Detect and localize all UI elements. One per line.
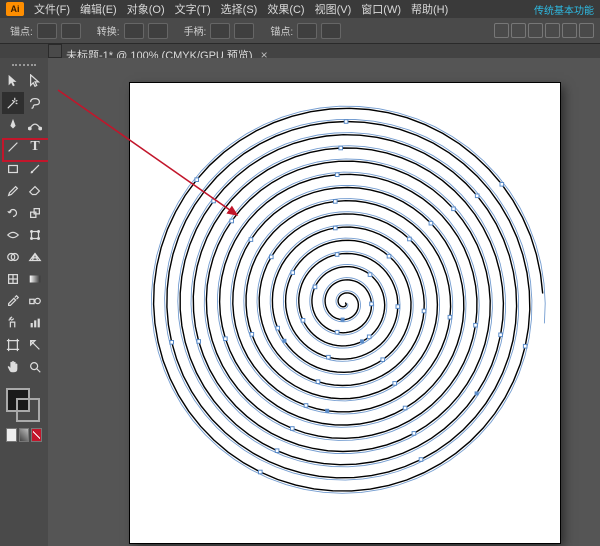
magic-wand-tool[interactable] (2, 92, 24, 114)
artboard[interactable] (130, 83, 560, 543)
selection-tool[interactable] (2, 70, 24, 92)
stroke-swatch[interactable] (16, 398, 40, 422)
rectangle-tool[interactable] (2, 158, 24, 180)
hand-tool[interactable] (2, 356, 24, 378)
eraser-tool[interactable] (24, 180, 46, 202)
free-transform-tool[interactable] (24, 224, 46, 246)
handles-hide-icon[interactable] (234, 23, 254, 39)
align-right-icon[interactable] (528, 23, 543, 38)
fill-stroke-swatches[interactable] (6, 388, 40, 422)
shape-builder-tool[interactable] (2, 246, 24, 268)
width-tool[interactable] (2, 224, 24, 246)
blend-tool[interactable] (24, 290, 46, 312)
lasso-tool[interactable] (24, 92, 46, 114)
menu-edit[interactable]: 编辑(E) (80, 1, 117, 17)
menu-select[interactable]: 选择(S) (221, 1, 258, 17)
line-segment-tool[interactable] (2, 136, 24, 158)
align-top-icon[interactable] (545, 23, 560, 38)
menu-effect[interactable]: 效果(C) (267, 1, 304, 17)
pen-tool[interactable] (2, 114, 24, 136)
slice-tool[interactable] (24, 334, 46, 356)
anchors2-label: 锚点: (270, 23, 293, 38)
convert-label: 转换: (97, 23, 120, 38)
anchor-smooth-icon[interactable] (61, 23, 81, 39)
align-bottom-icon[interactable] (579, 23, 594, 38)
align-left-icon[interactable] (494, 23, 509, 38)
align-hcenter-icon[interactable] (511, 23, 526, 38)
anchor-corner-icon[interactable] (37, 23, 57, 39)
eyedropper-tool[interactable] (2, 290, 24, 312)
menu-help[interactable]: 帮助(H) (411, 1, 448, 17)
rotate-tool[interactable] (2, 202, 24, 224)
draw-behind-icon[interactable] (19, 428, 30, 442)
curvature-tool[interactable] (24, 114, 46, 136)
menu-object[interactable]: 对象(O) (127, 1, 165, 17)
direct-selection-tool[interactable] (24, 70, 46, 92)
menu-type[interactable]: 文字(T) (175, 1, 211, 17)
anchors-label: 锚点: (10, 23, 33, 38)
pencil-tool[interactable] (2, 180, 24, 202)
tools-grip[interactable] (12, 64, 36, 66)
column-graph-tool[interactable] (24, 312, 46, 334)
canvas-area[interactable] (48, 58, 600, 546)
scale-tool[interactable] (24, 202, 46, 224)
cut-path-icon[interactable] (321, 23, 341, 39)
menu-window[interactable]: 窗口(W) (361, 1, 401, 17)
convert-corner-icon[interactable] (124, 23, 144, 39)
menu-bar: Ai 文件(F) 编辑(E) 对象(O) 文字(T) 选择(S) 效果(C) 视… (0, 0, 600, 18)
artboard-tool[interactable] (2, 334, 24, 356)
spiral-artwork[interactable] (140, 93, 550, 503)
symbol-sprayer-tool[interactable] (2, 312, 24, 334)
app-logo: Ai (6, 2, 24, 16)
control-bar: 锚点: 转换: 手柄: 锚点: (0, 18, 600, 44)
draw-normal-icon[interactable] (6, 428, 17, 442)
menu-view[interactable]: 视图(V) (315, 1, 352, 17)
handles-show-icon[interactable] (210, 23, 230, 39)
mesh-tool[interactable] (2, 268, 24, 290)
zoom-tool[interactable] (24, 356, 46, 378)
paintbrush-tool[interactable] (24, 158, 46, 180)
convert-smooth-icon[interactable] (148, 23, 168, 39)
align-vcenter-icon[interactable] (562, 23, 577, 38)
menu-file[interactable]: 文件(F) (34, 1, 70, 17)
handles-label: 手柄: (184, 23, 207, 38)
tools-panel: T (0, 58, 48, 542)
remove-anchor-icon[interactable] (297, 23, 317, 39)
type-tool[interactable]: T (24, 136, 46, 158)
draw-inside-icon[interactable] (31, 428, 42, 442)
ruler-origin (48, 44, 62, 58)
gradient-tool[interactable] (24, 268, 46, 290)
workspace-label[interactable]: 传统基本功能 (534, 2, 600, 17)
perspective-grid-tool[interactable] (24, 246, 46, 268)
